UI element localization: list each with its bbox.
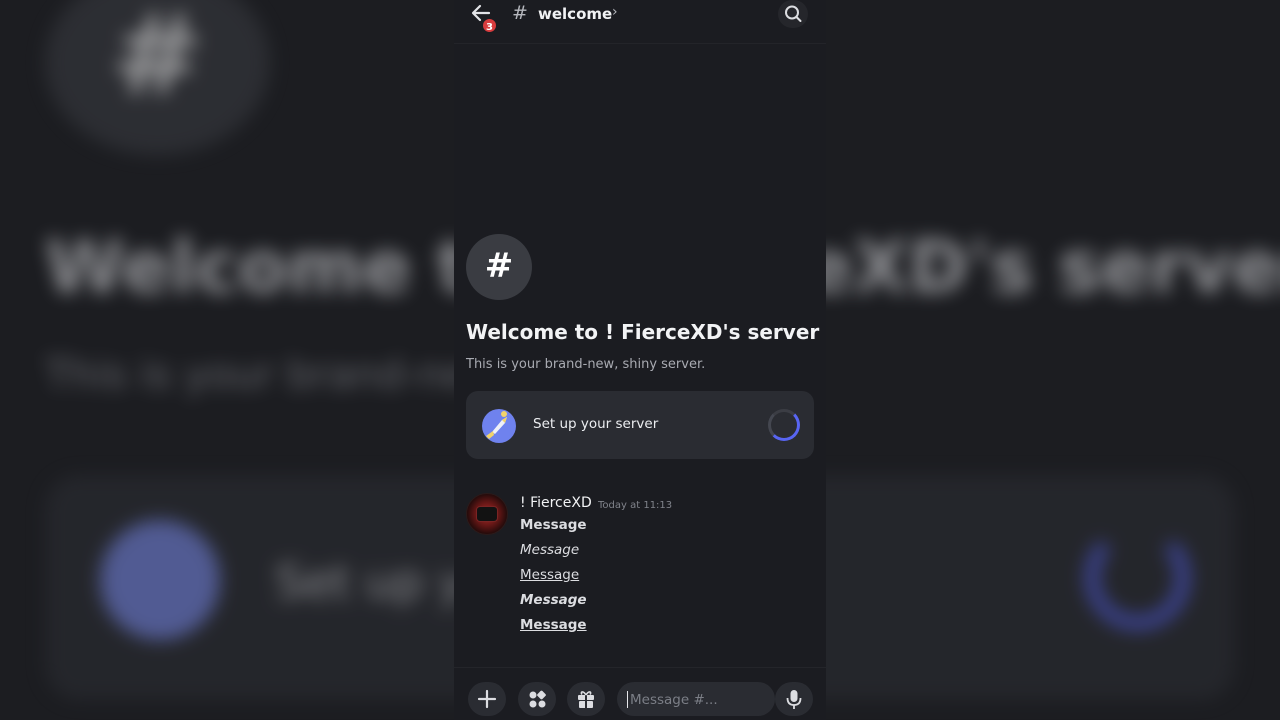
- avatar[interactable]: [466, 493, 508, 535]
- search-icon: [785, 5, 802, 22]
- microphone-icon: [786, 690, 802, 709]
- message-input-box: [617, 682, 775, 716]
- plus-icon: [477, 689, 497, 709]
- add-attachment-button[interactable]: [468, 682, 506, 716]
- apps-icon: [529, 690, 546, 708]
- chevron-right-icon: ›: [612, 4, 618, 20]
- channel-header: 3 # welcome ›: [454, 0, 826, 44]
- search-button[interactable]: [778, 0, 808, 28]
- apps-button[interactable]: [518, 682, 556, 716]
- backdrop-setup-icon: [100, 520, 220, 640]
- phone-screen: 3 # welcome › # Welcome to ! FierceXD's …: [454, 0, 826, 720]
- message-input[interactable]: [627, 691, 727, 708]
- setup-label: Set up your server: [533, 416, 659, 432]
- message-line-bold-italic: Message: [520, 592, 587, 608]
- gift-button[interactable]: [567, 682, 605, 716]
- avatar-image: [476, 506, 498, 522]
- unread-badge: 3: [481, 17, 498, 34]
- backdrop-progress-ring: [1085, 525, 1190, 630]
- setup-progress-ring: [768, 409, 800, 441]
- welcome-subtitle: This is your brand-new, shiny server.: [466, 357, 706, 372]
- welcome-title: Welcome to ! FierceXD's server: [466, 320, 820, 344]
- hash-icon: #: [512, 2, 528, 24]
- message-line-bold-underline: Message: [520, 617, 587, 633]
- message-line-underline: Message: [520, 567, 580, 583]
- gift-icon: [578, 691, 594, 708]
- message-group: ! FierceXD Today at 11:13 Message Messag…: [466, 493, 814, 643]
- message-line-bold: Message: [520, 517, 587, 533]
- channel-name[interactable]: welcome: [538, 5, 612, 23]
- message-composer: [454, 667, 826, 720]
- setup-rocket-icon: [480, 406, 518, 444]
- backdrop-hash: #: [45, 0, 270, 155]
- message-author[interactable]: ! FierceXD: [520, 495, 592, 511]
- channel-hash-icon: #: [466, 234, 532, 300]
- voice-message-button[interactable]: [775, 682, 813, 716]
- message-timestamp: Today at 11:13: [598, 500, 673, 511]
- setup-server-card[interactable]: Set up your server: [466, 391, 814, 459]
- message-line-italic: Message: [520, 542, 580, 558]
